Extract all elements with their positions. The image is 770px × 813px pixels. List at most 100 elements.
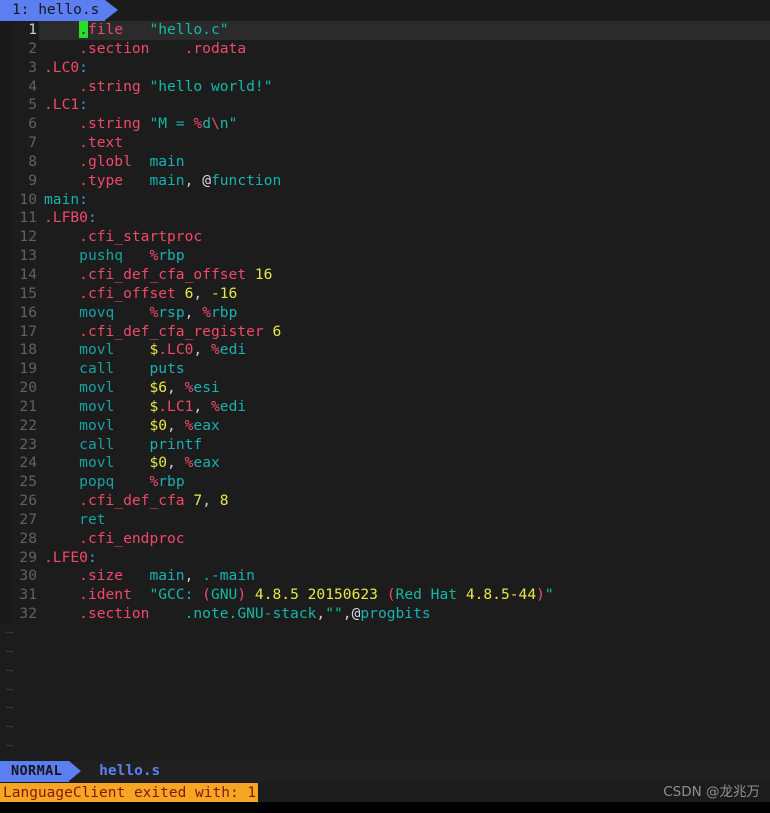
code-line[interactable]: 29 .LFE0: xyxy=(0,548,770,568)
code-line[interactable]: 3 .LC0: xyxy=(0,58,770,78)
code-line[interactable]: 7 .text xyxy=(0,134,770,153)
line-number: 32 xyxy=(11,605,39,624)
line-number: 16 xyxy=(11,303,39,323)
code-line[interactable]: 31 .ident "GCC: (GNU) 4.8.5 20150623 (Re… xyxy=(0,586,770,606)
line-number: 21 xyxy=(11,397,39,417)
code-line[interactable]: 19 call puts xyxy=(0,360,770,380)
code-token: .LC1 xyxy=(44,96,80,114)
editor-buffer[interactable]: 1 .file "hello.c" 2 .section .rodata 3 .LC0… xyxy=(0,21,770,761)
line-number: 19 xyxy=(11,360,39,380)
code-token: popq xyxy=(79,473,115,491)
sign-column xyxy=(0,379,11,398)
sign-column xyxy=(0,548,11,568)
mode-indicator: NORMAL xyxy=(0,761,70,782)
code-line[interactable]: 23 call printf xyxy=(0,435,770,455)
code-line[interactable]: 4 .string "hello world!" xyxy=(0,77,770,97)
code-line[interactable]: 20 movl $6, %esi xyxy=(0,379,770,398)
code-token: 4.8.5 20150623 xyxy=(254,586,378,604)
code-line[interactable]: 6 .string "M = %d\n" xyxy=(0,115,770,135)
tab-hello-s[interactable]: 1: hello.s xyxy=(0,0,106,21)
code-line[interactable]: 5 .LC1: xyxy=(0,96,770,116)
code-token: call xyxy=(79,435,115,453)
code-text: .LFB0: xyxy=(39,209,770,228)
line-number: 14 xyxy=(11,265,39,285)
sign-column xyxy=(0,492,11,511)
code-line[interactable]: 24 movl $0, %eax xyxy=(0,454,770,474)
code-line[interactable]: 25 popq %rbp xyxy=(0,473,770,493)
line-number: 3 xyxy=(11,58,39,78)
code-line[interactable]: 15 .cfi_offset 6, -16 xyxy=(0,284,770,304)
code-token: ret xyxy=(79,510,106,528)
code-text: movq %rsp, %rbp xyxy=(39,304,770,323)
code-line[interactable]: 28 .cfi_endproc xyxy=(0,529,770,549)
code-token: 8 xyxy=(219,492,229,510)
code-token: eax xyxy=(193,416,220,434)
code-token: .rodata xyxy=(184,39,247,57)
code-token: $ xyxy=(149,397,159,415)
code-token: -16 xyxy=(210,284,238,302)
code-text: ret xyxy=(39,511,770,530)
code-line[interactable]: 21 movl $.LC1, %edi xyxy=(0,397,770,417)
code-line[interactable]: 27 ret xyxy=(0,510,770,530)
code-text: .size main, .-main xyxy=(39,567,770,586)
code-line[interactable]: 30 .size main, .-main xyxy=(0,567,770,587)
code-line[interactable]: 18 movl $.LC0, %edi xyxy=(0,341,770,361)
code-token: : xyxy=(79,58,88,76)
code-line[interactable]: 10 main: xyxy=(0,190,770,210)
code-line[interactable]: 14 .cfi_def_cfa_offset 16 xyxy=(0,265,770,285)
code-token: movl xyxy=(79,397,115,415)
text-cursor: . xyxy=(79,21,88,38)
code-token: "hello.c" xyxy=(149,21,229,38)
code-token: , xyxy=(193,397,211,415)
sign-column xyxy=(0,247,11,266)
code-text: .cfi_endproc xyxy=(39,530,770,549)
code-line[interactable]: 2 .section .rodata xyxy=(0,39,770,59)
code-line[interactable]: 11 .LFB0: xyxy=(0,209,770,229)
code-text: .LC1: xyxy=(39,96,770,115)
code-text: pushq %rbp xyxy=(39,247,770,266)
code-token: .text xyxy=(79,134,124,152)
code-line[interactable]: 9 .type main, @function xyxy=(0,171,770,191)
sign-column xyxy=(0,435,11,455)
code-line[interactable]: 8 .globl main xyxy=(0,152,770,172)
code-token: "" xyxy=(325,605,343,623)
line-number: 11 xyxy=(11,209,39,229)
bottom-filler-bar xyxy=(0,802,770,813)
code-line[interactable]: 26 .cfi_def_cfa 7, 8 xyxy=(0,492,770,511)
line-number: 20 xyxy=(11,379,39,398)
sign-column xyxy=(0,152,11,172)
code-token: d xyxy=(202,115,211,133)
code-token: , xyxy=(167,416,185,434)
code-line[interactable]: 13 pushq %rbp xyxy=(0,247,770,266)
code-text: .section .rodata xyxy=(39,40,770,59)
code-token: % xyxy=(211,341,220,359)
code-text: .LFE0: xyxy=(39,549,770,568)
code-line[interactable]: 17 .cfi_def_cfa_register 6 xyxy=(0,322,770,342)
code-token: $0 xyxy=(149,416,168,434)
code-line[interactable]: 1 .file "hello.c" xyxy=(0,21,770,40)
code-text: .cfi_def_cfa 7, 8 xyxy=(39,492,770,511)
code-line[interactable]: 12 .cfi_startproc xyxy=(0,228,770,248)
code-token: .ident xyxy=(79,586,132,604)
code-line[interactable]: 32 .section .note.GNU-stack,"",@progbits xyxy=(0,605,770,624)
code-line[interactable]: 16 movq %rsp, %rbp xyxy=(0,303,770,323)
line-number: 28 xyxy=(11,529,39,549)
code-token: ) xyxy=(237,586,247,604)
code-line[interactable]: 22 movl $0, %eax xyxy=(0,416,770,436)
code-token: .LC1 xyxy=(158,397,194,415)
code-text: .string "hello world!" xyxy=(39,78,770,97)
sign-column xyxy=(0,209,11,229)
line-number: 10 xyxy=(11,190,39,210)
